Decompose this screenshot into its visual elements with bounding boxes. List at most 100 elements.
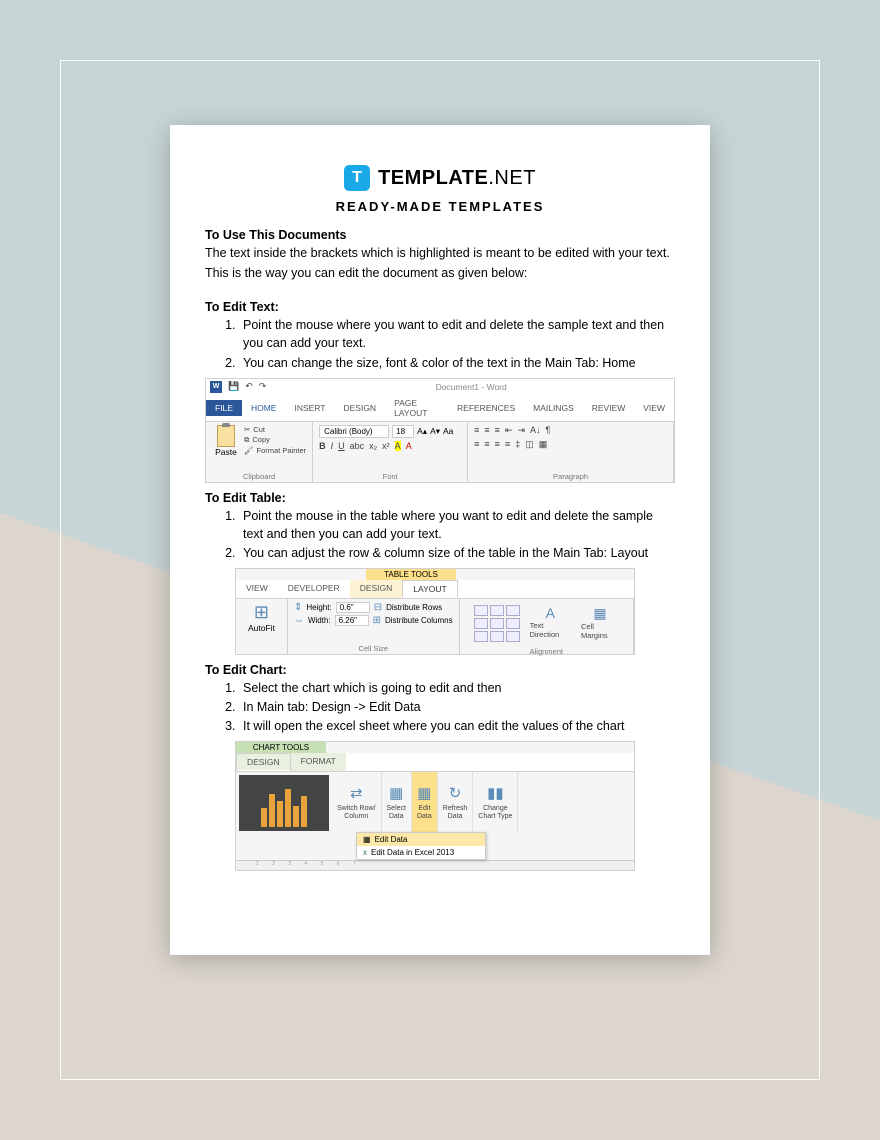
bold-button[interactable]: B: [319, 441, 326, 451]
chart-ribbon-body: ⇄Switch Row/ Column ▦Select Data ▦Edit D…: [236, 772, 634, 834]
change-chart-type-button[interactable]: ▮▮Change Chart Type: [473, 772, 518, 834]
align-right-icon[interactable]: ≡: [495, 439, 500, 450]
intro-line-2: This is the way you can edit the documen…: [205, 264, 675, 282]
cell-size-label: Cell Size: [294, 644, 453, 653]
page-subtitle: READY-MADE TEMPLATES: [205, 199, 675, 214]
switch-row-col-button[interactable]: ⇄Switch Row/ Column: [332, 772, 382, 834]
select-data-button[interactable]: ▦Select Data: [382, 772, 412, 834]
italic-button[interactable]: I: [331, 441, 334, 451]
tab-file[interactable]: FILE: [206, 400, 242, 416]
bullets-icon[interactable]: ≡: [474, 425, 479, 436]
change-case-icon[interactable]: Aa: [443, 426, 453, 436]
distribute-cols-button[interactable]: Distribute Columns: [385, 616, 453, 625]
paste-label: Paste: [215, 447, 237, 457]
cut-button[interactable]: ✂Cut: [244, 425, 306, 434]
brand-name: TEMPLATE: [378, 167, 488, 189]
height-label: Height:: [306, 603, 331, 612]
tab-mailings[interactable]: MAILINGS: [524, 400, 583, 416]
line-spacing-icon[interactable]: ‡: [515, 439, 520, 450]
multilevel-icon[interactable]: ≡: [495, 425, 500, 436]
edit-chart-item-2: In Main tab: Design -> Edit Data: [239, 698, 675, 716]
dist-cols-icon: ⊞: [373, 615, 381, 626]
underline-button[interactable]: U: [338, 441, 345, 451]
edit-data-button[interactable]: ▦Edit Data: [412, 772, 438, 834]
height-input[interactable]: 0.6": [336, 602, 370, 613]
autofit-label: AutoFit: [248, 623, 275, 633]
edit-data-small-icon: ▦: [363, 835, 371, 844]
tab-developer[interactable]: DEVELOPER: [278, 580, 350, 598]
brand-suffix: .NET: [488, 167, 536, 189]
superscript-button[interactable]: x²: [382, 441, 390, 451]
tab-view[interactable]: VIEW: [634, 400, 674, 416]
tab-home[interactable]: HOME: [242, 400, 286, 416]
highlight-button[interactable]: A: [395, 441, 401, 451]
redo-icon[interactable]: ↷: [259, 381, 267, 392]
format-painter-label: Format Painter: [257, 446, 307, 455]
template-logo-text: TEMPLATE.NET: [378, 167, 536, 190]
cut-label: Cut: [253, 425, 265, 434]
word-home-ribbon: W 💾 ↶ ↷ Document1 - Word FILE HOME INSER…: [205, 378, 675, 483]
justify-icon[interactable]: ≡: [505, 439, 510, 450]
decrease-indent-icon[interactable]: ⇤: [505, 425, 513, 436]
chart-style-preview[interactable]: [239, 775, 329, 831]
subscript-button[interactable]: x₂: [369, 441, 377, 451]
width-input[interactable]: 6.26": [335, 615, 369, 626]
cell-margins-button[interactable]: ▦ Cell Margins: [581, 605, 619, 642]
align-left-icon[interactable]: ≡: [474, 439, 479, 450]
tab-references[interactable]: REFERENCES: [448, 400, 524, 416]
save-icon[interactable]: 💾: [228, 381, 239, 392]
tab-table-layout[interactable]: LAYOUT: [402, 580, 457, 598]
table-ribbon-body: ⊞ AutoFit ⇕ Height: 0.6" ⊟ Distribute Ro…: [236, 599, 634, 654]
tab-view-2[interactable]: VIEW: [236, 580, 278, 598]
refresh-data-label: Refresh Data: [443, 805, 468, 820]
shrink-font-icon[interactable]: A▾: [430, 426, 440, 437]
font-size-select[interactable]: 18: [392, 425, 414, 438]
borders-icon[interactable]: ▦: [539, 439, 548, 450]
tab-page-layout[interactable]: PAGE LAYOUT: [385, 395, 448, 421]
paste-button[interactable]: Paste: [212, 425, 240, 457]
align-center-icon[interactable]: ≡: [484, 439, 489, 450]
show-marks-icon[interactable]: ¶: [546, 425, 551, 436]
tab-insert[interactable]: INSERT: [285, 400, 334, 416]
refresh-data-button[interactable]: ↻Refresh Data: [438, 772, 474, 834]
document-page: T TEMPLATE.NET READY-MADE TEMPLATES To U…: [170, 125, 710, 955]
ribbon-body: Paste ✂Cut ⧉Copy 🖌Format Painter Clipboa…: [206, 422, 674, 482]
numbering-icon[interactable]: ≡: [484, 425, 489, 436]
logo-row: T TEMPLATE.NET: [205, 165, 675, 191]
copy-button[interactable]: ⧉Copy: [244, 435, 306, 445]
clipboard-group: Paste ✂Cut ⧉Copy 🖌Format Painter Clipboa…: [206, 422, 313, 482]
text-direction-button[interactable]: A Text Direction: [530, 605, 571, 642]
intro-heading: To Use This Documents: [205, 228, 675, 242]
edit-data-icon: ▦: [417, 786, 431, 803]
edit-chart-item-3: It will open the excel sheet where you c…: [239, 717, 675, 735]
increase-indent-icon[interactable]: ⇥: [517, 425, 525, 436]
alignment-grid[interactable]: [474, 605, 520, 642]
autofit-group: ⊞ AutoFit: [236, 599, 288, 654]
tab-chart-design[interactable]: DESIGN: [236, 753, 291, 771]
paste-icon: [217, 425, 235, 447]
tab-table-design[interactable]: DESIGN: [350, 580, 403, 598]
menu-item-1-label: Edit Data: [375, 835, 408, 844]
font-color-button[interactable]: A: [406, 441, 412, 451]
word-app-icon: W: [210, 381, 222, 393]
edit-text-item-2: You can change the size, font & color of…: [239, 354, 675, 372]
quick-access-toolbar: W 💾 ↶ ↷ Document1 - Word: [206, 379, 674, 395]
sort-icon[interactable]: A↓: [530, 425, 541, 436]
edit-chart-heading: To Edit Chart:: [205, 663, 675, 677]
edit-data-excel-menu-item[interactable]: xEdit Data in Excel 2013: [357, 846, 485, 859]
tab-review[interactable]: REVIEW: [583, 400, 635, 416]
grow-font-icon[interactable]: A▴: [417, 426, 427, 437]
tab-chart-format[interactable]: FORMAT: [291, 753, 346, 771]
document-title: Document1 - Word: [272, 382, 670, 392]
scissors-icon: ✂: [244, 425, 250, 434]
undo-icon[interactable]: ↶: [245, 381, 253, 392]
edit-data-menu-item[interactable]: ▦ Edit Data: [357, 833, 485, 846]
format-painter-button[interactable]: 🖌Format Painter: [244, 446, 306, 455]
shading-icon[interactable]: ◫: [525, 439, 534, 450]
autofit-button[interactable]: ⊞ AutoFit: [242, 602, 281, 633]
font-name-select[interactable]: Calibri (Body): [319, 425, 389, 438]
distribute-rows-button[interactable]: Distribute Rows: [386, 603, 442, 612]
tab-design[interactable]: DESIGN: [334, 400, 385, 416]
clipboard-group-label: Clipboard: [212, 472, 306, 481]
strikethrough-button[interactable]: abc: [350, 441, 365, 451]
